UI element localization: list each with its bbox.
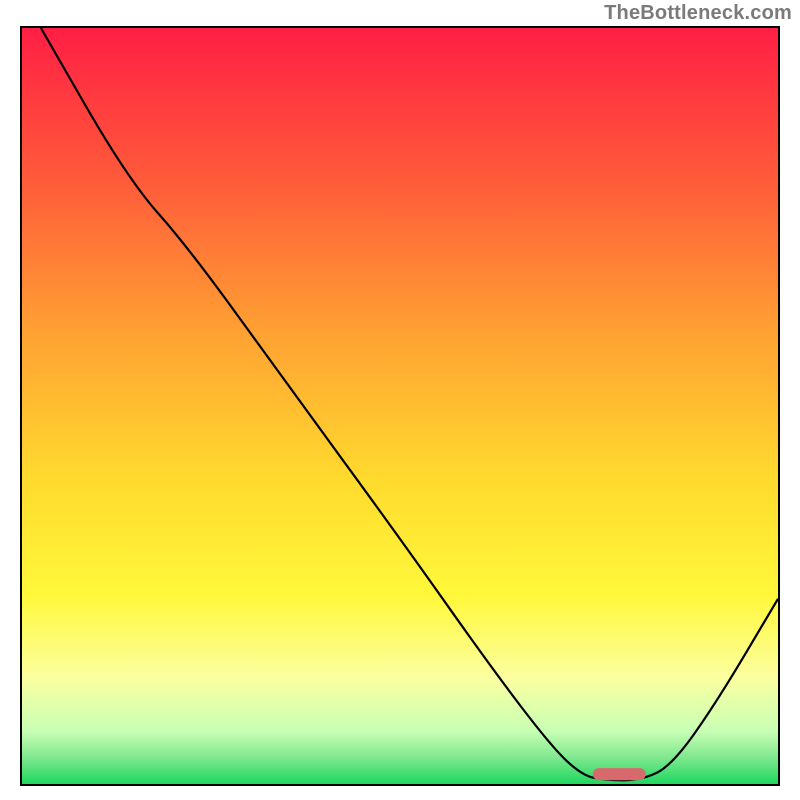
optimal-marker xyxy=(593,768,646,780)
chart-svg xyxy=(22,28,778,784)
chart-frame xyxy=(20,26,780,786)
gradient-background xyxy=(22,28,778,784)
watermark-text: TheBottleneck.com xyxy=(604,2,792,25)
chart-container: TheBottleneck.com xyxy=(0,0,800,800)
